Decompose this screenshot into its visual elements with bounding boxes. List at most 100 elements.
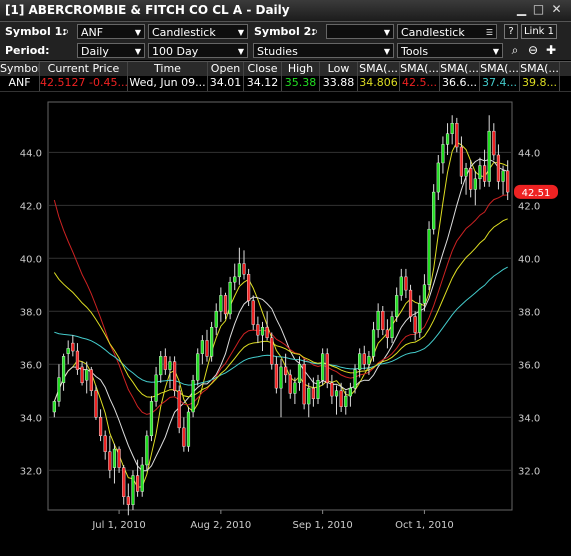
symbol1-input[interactable]: ANF ▼ (77, 24, 145, 39)
candle-body (445, 133, 450, 145)
candle-body (242, 263, 246, 275)
chevron-down-icon: ▼ (383, 47, 390, 56)
symbol2-search-icon[interactable]: ⌕ (307, 24, 323, 39)
candle-body (237, 263, 241, 278)
candle-body (260, 326, 265, 336)
candle-body (450, 122, 454, 134)
candle-body (71, 342, 75, 352)
period-label: Period: (5, 44, 50, 57)
candle-body (131, 475, 135, 505)
candle-body (214, 311, 218, 328)
candle-body (98, 417, 103, 437)
candle-body (145, 435, 149, 466)
candle-body (311, 387, 315, 399)
link-button[interactable]: Link 1 (521, 24, 557, 39)
minimize-icon[interactable]: ▁ (515, 3, 528, 16)
candle-body (140, 464, 144, 492)
candle-body (330, 382, 334, 397)
quote-data-row[interactable]: ANF 42.5127 -0.45... Wed, Jun 09... 34.0… (0, 76, 571, 92)
sma1-cell: 34.806 (358, 76, 400, 91)
candle-body (492, 130, 496, 156)
chart-type-2-select[interactable]: Candlestick ☰ (397, 24, 497, 39)
range-select[interactable]: 100 Day ▼ (148, 43, 248, 58)
sma5-cell: 39.8... (520, 76, 560, 91)
period-value: Daily (81, 45, 109, 58)
candle-body (103, 435, 107, 452)
candle-body (348, 387, 352, 397)
candle-body (117, 448, 121, 468)
studies-select[interactable]: Studies ▼ (253, 43, 394, 58)
y-tick-label-right: 38.0 (518, 307, 540, 318)
candle-body (501, 170, 505, 182)
header-cell: SMA(... (520, 62, 560, 76)
chart-type-2-value: Candlestick (401, 26, 465, 39)
price-chart[interactable]: 32.0 32.0 34.0 34.0 36.0 36.0 38.0 38.0 40.0 40.0… (0, 94, 571, 556)
y-tick-label-left: 32.0 (20, 466, 42, 477)
sma2-cell: 42.5... (400, 76, 440, 91)
header-cell: Open (208, 62, 244, 76)
zoom-icon[interactable]: ⌕ (507, 43, 523, 58)
candle-body (408, 289, 413, 317)
symbol1-value: ANF (81, 26, 104, 39)
tools-value: Tools (401, 45, 429, 58)
candle-body (358, 353, 362, 370)
period-select[interactable]: Daily ▼ (77, 43, 145, 58)
price-value: 42.5127 (40, 76, 86, 89)
candle-body (316, 379, 320, 399)
candle-body (251, 300, 255, 325)
candle-body (302, 364, 306, 405)
candle-body (228, 281, 232, 315)
candle-body (473, 178, 477, 190)
low-cell: 33.88 (320, 76, 358, 91)
y-tick-label-left: 38.0 (20, 307, 42, 318)
x-tick-label: Sep 1, 2010 (293, 520, 353, 531)
chart-type-1-select[interactable]: Candlestick ▼ (148, 24, 248, 39)
symbol1-search-icon[interactable]: ⌕ (58, 24, 74, 39)
candle-body (274, 364, 278, 389)
candle-body (177, 390, 181, 429)
y-tick-label-right: 32.0 (518, 466, 540, 477)
candle-body (210, 326, 214, 357)
y-tick-label-left: 36.0 (20, 360, 42, 371)
candle-body (85, 369, 89, 381)
x-tick-label: Jul 1, 2010 (91, 520, 145, 531)
candle-body (80, 366, 84, 384)
candle-body (163, 356, 167, 370)
candle-body (196, 353, 200, 381)
candle-body (108, 451, 112, 471)
header-cell: SMA(... (440, 62, 480, 76)
crosshair-icon[interactable]: ✚ (543, 43, 559, 58)
candle-body (487, 130, 491, 182)
current-price-label: 42.51 (522, 188, 551, 199)
candle-body (399, 276, 403, 296)
candle-body (223, 295, 228, 315)
candle-body (418, 303, 422, 333)
candle-body (441, 144, 445, 164)
x-tick-label: Oct 1, 2010 (395, 520, 454, 531)
change-value: -0.45... (89, 76, 128, 89)
maximize-icon[interactable]: □ (532, 3, 545, 16)
candle-body (126, 496, 130, 505)
candle-body (89, 369, 93, 391)
chart-type-1-value: Candlestick (152, 26, 216, 39)
candle-body (339, 390, 343, 407)
time-cell: Wed, Jun 09... (128, 76, 208, 91)
candle-body (75, 350, 80, 370)
y-tick-label-left: 34.0 (20, 413, 42, 424)
candle-body (256, 324, 260, 336)
candle-body (436, 162, 440, 193)
zoom-out-icon[interactable]: ⊖ (525, 43, 541, 58)
tools-select[interactable]: Tools ▼ (397, 43, 503, 58)
candle-body (367, 356, 371, 365)
help-button[interactable]: ? (504, 24, 518, 39)
chevron-down-icon: ▼ (237, 28, 244, 37)
candle-body (191, 379, 195, 413)
sma4-cell: 37.4... (480, 76, 520, 91)
symbol2-input[interactable]: ▼ (326, 24, 394, 39)
header-cell: High (282, 62, 320, 76)
close-icon[interactable]: ✕ (550, 3, 563, 16)
y-tick-label-right: 34.0 (518, 413, 540, 424)
candle-body (422, 284, 427, 304)
candle-body (376, 311, 380, 331)
plot-frame (47, 101, 513, 511)
